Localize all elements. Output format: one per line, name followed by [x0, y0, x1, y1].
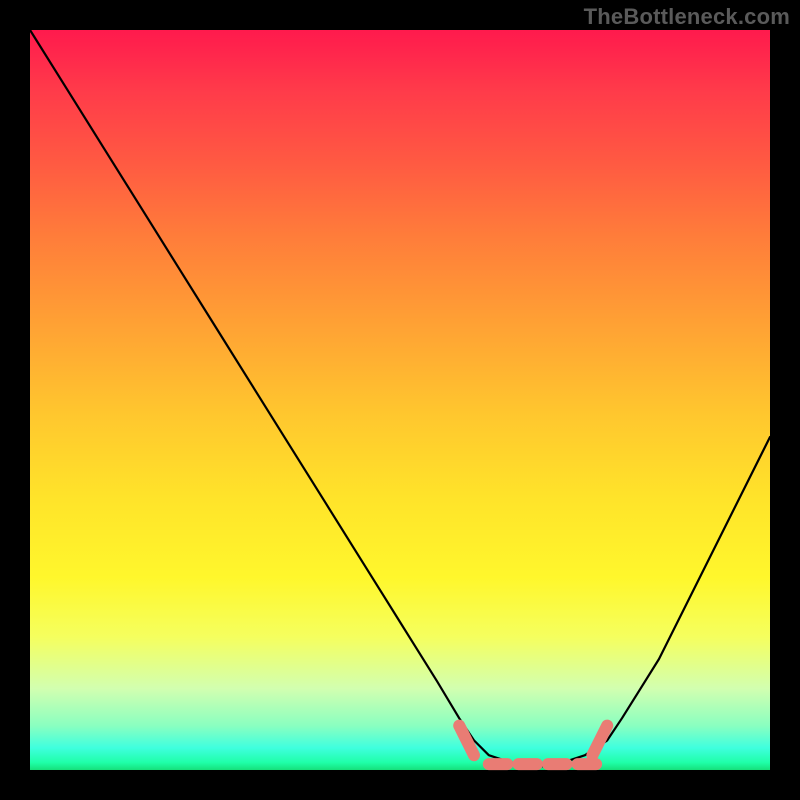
chart-frame: TheBottleneck.com	[0, 0, 800, 800]
curve-layer	[30, 30, 770, 770]
optimal-region-accent	[459, 726, 607, 765]
bottleneck-curve	[30, 30, 770, 766]
watermark-text: TheBottleneck.com	[584, 4, 790, 30]
plot-area	[30, 30, 770, 770]
